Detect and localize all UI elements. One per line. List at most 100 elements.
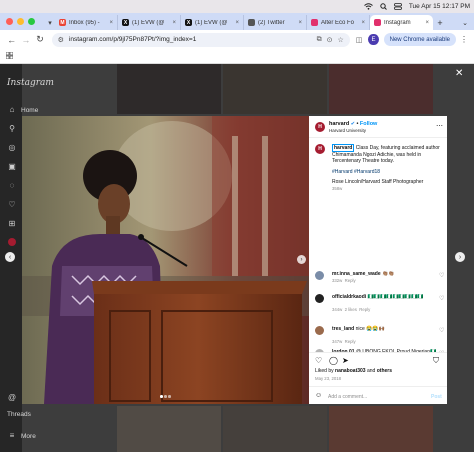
browser-tab[interactable]: Instagram × — [370, 15, 433, 30]
home-icon[interactable]: ⌂ — [7, 105, 17, 115]
reply-button[interactable]: Reply — [345, 339, 356, 344]
browser-tab[interactable]: (2) Twitter × — [244, 15, 307, 30]
grid-thumbnail[interactable] — [117, 406, 221, 452]
chrome-menu-icon[interactable]: ⋮ — [460, 35, 468, 44]
add-comment-input[interactable]: Add a comment... — [328, 394, 367, 400]
close-tab-icon[interactable]: × — [298, 20, 302, 26]
next-post-arrow-icon[interactable]: › — [455, 252, 465, 262]
menubar-clock[interactable]: Tue Apr 15 12:17 PM — [409, 3, 470, 10]
comment-icon[interactable]: ◯ — [329, 356, 338, 365]
close-tab-icon[interactable]: × — [235, 20, 239, 26]
tab-dropdown-icon[interactable]: ⌄ — [462, 15, 468, 30]
profile-avatar-nav[interactable] — [8, 238, 16, 246]
grid-thumbnail[interactable] — [329, 406, 433, 452]
comment-body: nice 😭😭🙌🏾 — [354, 326, 385, 332]
verified-badge-icon: ✔ — [350, 121, 355, 127]
caption-age: 358w — [332, 185, 343, 191]
close-tab-icon[interactable]: × — [172, 20, 176, 26]
zoom-icon[interactable]: ⊙ — [327, 36, 333, 44]
like-heart-icon[interactable]: ♡ — [315, 356, 322, 365]
commenter-avatar[interactable] — [315, 326, 324, 335]
close-window-button[interactable] — [6, 18, 13, 25]
explore-icon[interactable]: ◎ — [7, 143, 17, 153]
address-bar[interactable]: ⚙ instagram.com/p/9jl75Pn87Pt/?img_index… — [51, 32, 350, 47]
close-tab-icon[interactable]: × — [361, 20, 365, 26]
commenter-username[interactable]: officialdrkaodi — [332, 294, 366, 300]
likes-user-link[interactable]: nanaboat303 — [335, 368, 366, 374]
commenter-username[interactable]: tres_land — [332, 326, 354, 332]
username-link[interactable]: harvard — [329, 121, 349, 127]
next-photo-arrow-icon[interactable]: › — [297, 255, 306, 264]
profile-avatar[interactable]: E — [368, 34, 379, 45]
browser-tab[interactable]: M Inbox (95) - × — [55, 15, 118, 30]
messages-icon[interactable]: ◌ — [7, 181, 17, 191]
install-app-icon[interactable]: ⧉ — [317, 36, 322, 44]
close-tab-icon[interactable]: × — [425, 20, 429, 26]
bookmark-star-icon[interactable]: ☆ — [337, 36, 343, 44]
grid-thumbnail[interactable] — [117, 64, 221, 114]
notifications-heart-icon[interactable]: ♡ — [7, 200, 17, 210]
comment-like-heart-icon[interactable]: ♡ — [439, 272, 444, 279]
share-icon[interactable]: ➤ — [342, 356, 349, 365]
previous-post-arrow-icon[interactable]: ‹ — [5, 252, 15, 262]
likes-suffix: and — [365, 368, 377, 374]
tab-search-icon[interactable]: ▾ — [45, 15, 55, 30]
minimize-window-button[interactable] — [17, 18, 24, 25]
reels-icon[interactable]: ▣ — [7, 162, 17, 172]
back-button[interactable]: ← — [6, 34, 17, 46]
control-center-icon[interactable] — [393, 3, 402, 10]
save-bookmark-icon[interactable]: ⛉ — [433, 356, 439, 366]
grid-thumbnail[interactable] — [223, 406, 327, 452]
follow-button[interactable]: Follow — [360, 121, 377, 127]
reply-button[interactable]: Reply — [345, 278, 356, 283]
apps-grid-icon[interactable] — [5, 51, 14, 61]
likes-others-link[interactable]: others — [377, 368, 392, 374]
tab-title: (1) EVW (@ — [195, 19, 228, 26]
new-tab-button[interactable]: + — [433, 15, 447, 30]
commenter-avatar[interactable] — [315, 271, 324, 280]
zoom-window-button[interactable] — [28, 18, 35, 25]
create-icon[interactable]: ⊞ — [7, 219, 17, 229]
more-label[interactable]: More — [21, 433, 36, 440]
extensions-icon[interactable]: ◫ — [356, 36, 363, 44]
tab-favicon-icon — [248, 19, 255, 26]
commenter-username[interactable]: mr.inna_same_wade — [332, 271, 381, 277]
browser-tab[interactable]: Alter Eco Fo × — [307, 15, 370, 30]
more-menu-icon[interactable]: ≡ — [7, 431, 17, 441]
browser-tab[interactable]: X (1) EVW (@ × — [118, 15, 181, 30]
commenter-avatar[interactable] — [315, 294, 324, 303]
wifi-icon[interactable] — [363, 3, 373, 10]
grid-thumbnail[interactable] — [223, 64, 327, 114]
new-chrome-available-button[interactable]: New Chrome available — [383, 33, 456, 46]
bookmarks-bar — [0, 49, 474, 64]
caption-avatar[interactable]: H — [315, 144, 325, 154]
post-photo[interactable] — [22, 116, 309, 404]
search-nav-icon[interactable]: ⚲ — [7, 124, 17, 134]
grid-thumbnail[interactable] — [329, 64, 433, 114]
tab-title: Instagram — [384, 19, 411, 26]
comment-like-heart-icon[interactable]: ♡ — [439, 327, 444, 334]
comment-likes[interactable]: 2 likes — [345, 307, 357, 312]
close-tab-icon[interactable]: × — [109, 20, 113, 26]
url-text[interactable]: instagram.com/p/9jl75Pn87Pt/?img_index=1 — [69, 36, 312, 43]
threads-label[interactable]: Threads — [7, 411, 31, 418]
instagram-logo[interactable]: Instagram — [7, 78, 54, 88]
reload-button[interactable]: ↻ — [34, 34, 45, 46]
comment-age: 344w — [332, 307, 343, 312]
browser-tab[interactable]: X (1) EVW (@ × — [181, 15, 244, 30]
post-subtitle[interactable]: Harvard University — [329, 128, 366, 133]
comment-like-heart-icon[interactable]: ♡ — [439, 295, 444, 302]
add-comment-bar: ☺ Add a comment... Post — [309, 386, 447, 404]
site-info-icon[interactable]: ⚙ — [58, 36, 64, 44]
reply-button[interactable]: Reply — [359, 307, 370, 312]
forward-button[interactable]: → — [20, 34, 31, 46]
search-icon[interactable] — [380, 3, 387, 10]
post-comment-button[interactable]: Post — [431, 394, 442, 400]
home-label[interactable]: Home — [21, 107, 38, 114]
post-date[interactable]: May 23, 2018 — [315, 376, 341, 381]
more-options-icon[interactable]: ⋯ — [436, 122, 443, 130]
harvard-avatar[interactable]: H — [315, 122, 325, 132]
threads-icon[interactable]: @ — [7, 393, 17, 403]
emoji-icon[interactable]: ☺ — [315, 392, 322, 399]
close-modal-icon[interactable]: ✕ — [455, 68, 463, 79]
